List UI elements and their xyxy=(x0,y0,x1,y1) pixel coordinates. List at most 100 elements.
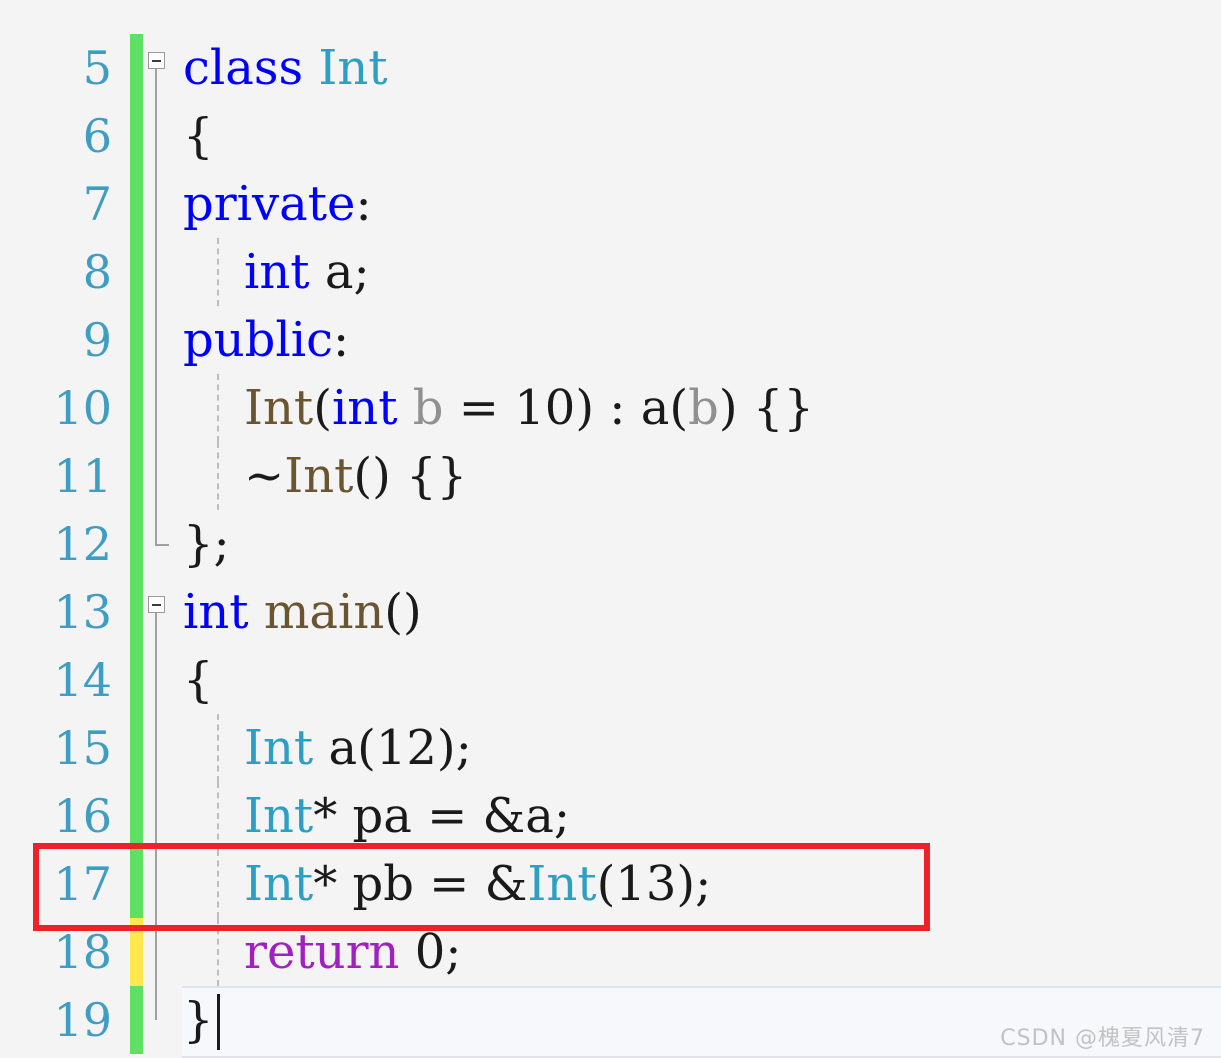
code-line[interactable]: 7 private: xyxy=(0,170,1221,238)
code-line[interactable]: 13 int main() xyxy=(0,578,1221,646)
code-text[interactable]: ~Int() {} xyxy=(181,442,1221,510)
change-bar xyxy=(130,374,143,442)
fold-column[interactable] xyxy=(143,170,181,238)
code-tokens: private: xyxy=(183,180,372,228)
code-line[interactable]: 12}; xyxy=(0,510,1221,578)
code-tokens: Int* pa = &a; xyxy=(183,792,570,840)
token-plain: a; xyxy=(525,788,571,844)
code-line[interactable]: 5 class Int xyxy=(0,34,1221,102)
code-text[interactable]: int main() xyxy=(181,578,1221,646)
fold-column[interactable] xyxy=(143,850,181,918)
code-text[interactable]: { xyxy=(181,646,1221,714)
code-tokens: { xyxy=(183,656,214,704)
code-text[interactable]: private: xyxy=(181,170,1221,238)
line-number: 19 xyxy=(53,993,112,1047)
code-lines-container[interactable]: 5 class Int 6{7 private: 8 int a; 9 public: 10 … xyxy=(0,0,1221,1058)
code-line[interactable]: 8 int a; xyxy=(0,238,1221,306)
fold-column[interactable] xyxy=(143,578,181,646)
token-fn: main xyxy=(263,584,385,640)
code-line[interactable]: 18 return 0; xyxy=(0,918,1221,986)
code-text[interactable]: }; xyxy=(181,510,1221,578)
token-plain: pa xyxy=(352,788,412,844)
fold-collapse-minus-icon[interactable] xyxy=(148,596,165,613)
line-number: 15 xyxy=(53,721,112,775)
line-number: 6 xyxy=(82,109,112,163)
code-line[interactable]: 10 Int(int b = 10) : a(b) {} xyxy=(0,374,1221,442)
code-text[interactable]: class Int xyxy=(181,34,1221,102)
code-line[interactable]: 11 ~Int() {} xyxy=(0,442,1221,510)
token-ret: return xyxy=(244,924,400,980)
fold-column[interactable] xyxy=(143,918,181,986)
token-plain: * xyxy=(313,788,353,844)
fold-guide-line xyxy=(155,238,157,306)
token-ident: b xyxy=(412,380,444,436)
fold-column[interactable] xyxy=(143,238,181,306)
fold-column[interactable] xyxy=(143,442,181,510)
token-plain: ( xyxy=(596,856,616,912)
fold-column[interactable] xyxy=(143,34,181,102)
code-text[interactable]: int a; xyxy=(181,238,1221,306)
token-plain: () xyxy=(384,584,422,640)
change-bar xyxy=(130,510,143,578)
token-plain: 0; xyxy=(414,924,462,980)
change-bar xyxy=(130,442,143,510)
code-text[interactable]: { xyxy=(181,102,1221,170)
token-plain: () {} xyxy=(353,448,468,504)
change-bar xyxy=(130,102,143,170)
fold-guide-line xyxy=(155,170,157,238)
code-line[interactable]: 6{ xyxy=(0,102,1221,170)
token-plain: pb xyxy=(352,856,414,912)
token-plain: ( xyxy=(669,380,689,436)
fold-column[interactable] xyxy=(143,374,181,442)
token-plain: ( xyxy=(313,380,332,436)
token-fn: Int xyxy=(244,380,314,436)
line-number: 14 xyxy=(53,653,112,707)
token-type: Int xyxy=(244,788,314,844)
fold-column[interactable] xyxy=(143,782,181,850)
code-text[interactable]: Int(int b = 10) : a(b) {} xyxy=(181,374,1221,442)
code-text[interactable]: public: xyxy=(181,306,1221,374)
fold-guide-line xyxy=(155,918,157,986)
fold-collapse-minus-icon[interactable] xyxy=(148,52,165,69)
code-line[interactable]: 15 Int a(12); xyxy=(0,714,1221,782)
code-tokens: return 0; xyxy=(183,928,461,976)
line-number: 11 xyxy=(53,449,112,503)
code-tokens: int main() xyxy=(183,588,422,636)
fold-column[interactable] xyxy=(143,714,181,782)
fold-guide-line xyxy=(155,442,157,510)
fold-column[interactable] xyxy=(143,986,181,1054)
code-line[interactable]: 14 { xyxy=(0,646,1221,714)
token-plain: 10 xyxy=(514,380,576,436)
code-line[interactable]: 9 public: xyxy=(0,306,1221,374)
change-bar xyxy=(130,918,143,986)
token-plain: ~ xyxy=(244,448,285,504)
fold-column[interactable] xyxy=(143,102,181,170)
fold-guide-line xyxy=(155,374,157,442)
token-ident: b xyxy=(688,380,719,436)
code-text[interactable]: Int* pa = &a; xyxy=(181,782,1221,850)
token-plain: ( xyxy=(357,720,376,776)
line-number: 17 xyxy=(53,857,112,911)
change-bar xyxy=(130,306,143,374)
token-plain: 12 xyxy=(375,720,437,776)
code-line[interactable]: 17 Int* pb = &Int(13); xyxy=(0,850,1221,918)
code-line[interactable]: 16 Int* pa = &a; xyxy=(0,782,1221,850)
code-text[interactable]: Int a(12); xyxy=(181,714,1221,782)
code-tokens: Int a(12); xyxy=(183,724,472,772)
token-type: Int xyxy=(527,856,597,912)
code-text[interactable]: return 0; xyxy=(181,918,1221,986)
text-caret xyxy=(217,994,220,1050)
fold-column[interactable] xyxy=(143,306,181,374)
code-text[interactable]: Int* pb = &Int(13); xyxy=(181,850,1221,918)
token-kw: int xyxy=(244,244,310,300)
fold-guide-line xyxy=(155,986,157,1020)
fold-column[interactable] xyxy=(143,510,181,578)
fold-column[interactable] xyxy=(143,646,181,714)
code-editor[interactable]: 5 class Int 6{7 private: 8 int a; 9 public: 10 … xyxy=(0,0,1221,1058)
token-plain: }; xyxy=(183,516,230,572)
